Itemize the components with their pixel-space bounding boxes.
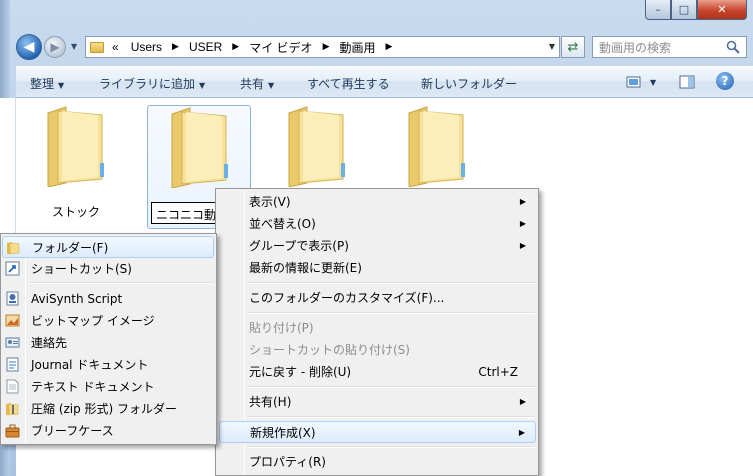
- menu-item-undo-delete[interactable]: 元に戻す - 削除(U) Ctrl+Z: [219, 361, 536, 383]
- breadcrumb-my-videos[interactable]: マイ ビデオ: [249, 39, 312, 56]
- submenu-item-new-folder[interactable]: フォルダー(F): [2, 236, 214, 258]
- breadcrumb-separator[interactable]: ▶: [386, 42, 393, 52]
- menu-item-view[interactable]: 表示(V) ▶: [219, 191, 536, 213]
- search-placeholder: 動画用の検索: [599, 40, 672, 55]
- help-button[interactable]: ?: [716, 72, 734, 90]
- address-bar[interactable]: « Users ▶ USER ▶ マイ ビデオ ▶ 動画用 ▶ ▼: [85, 36, 560, 58]
- preview-pane-icon[interactable]: [679, 75, 695, 89]
- breadcrumb-current[interactable]: 動画用: [339, 39, 375, 56]
- breadcrumb-users[interactable]: Users: [131, 40, 162, 54]
- organize-label: 整理: [30, 77, 55, 91]
- submenu-item-avisynth[interactable]: AviSynth Script: [2, 288, 214, 310]
- breadcrumb-separator[interactable]: ▶: [323, 42, 330, 52]
- refresh-icon: ⇄: [567, 39, 579, 55]
- folder-icon: [171, 107, 228, 188]
- search-icon: [726, 40, 740, 54]
- journal-icon: [6, 357, 19, 372]
- submenu-arrow-icon: ▶: [519, 197, 526, 206]
- submenu-item-bitmap[interactable]: ビットマップ イメージ: [2, 310, 214, 332]
- bitmap-icon: [5, 314, 20, 327]
- menu-separator: [247, 312, 535, 314]
- folder-icon: [408, 106, 465, 187]
- organize-button[interactable]: 整理 ▼: [30, 75, 64, 92]
- menu-separator: [29, 282, 214, 284]
- search-input[interactable]: 動画用の検索: [592, 36, 747, 58]
- submenu-arrow-icon: ▶: [519, 397, 526, 406]
- folder-icon: [47, 106, 104, 187]
- change-view-icon[interactable]: [626, 75, 642, 89]
- menu-item-customize-folder[interactable]: このフォルダーのカスタマイズ(F)...: [219, 287, 536, 309]
- menu-separator: [247, 446, 535, 448]
- text-document-icon: [6, 379, 19, 394]
- menu-separator: [247, 282, 535, 284]
- folder-label: ストック: [51, 205, 100, 219]
- new-submenu: フォルダー(F) ショートカット(S) AviSynth Script ビットマ…: [0, 233, 217, 445]
- menu-separator: [247, 386, 535, 388]
- folder-icon: [288, 106, 345, 187]
- menu-item-share[interactable]: 共有(H) ▶: [219, 391, 536, 413]
- chevron-down-icon: ▼: [58, 81, 65, 90]
- command-bar: 整理 ▼ ライブラリに追加 ▼ 共有 ▼ すべて再生する 新しいフォルダー ▼ ?: [16, 66, 753, 98]
- share-label: 共有: [240, 77, 265, 91]
- caption-buttons: – □ ✕: [645, 0, 751, 20]
- briefcase-icon: [5, 424, 20, 438]
- zip-folder-icon: [6, 403, 19, 416]
- submenu-item-journal[interactable]: Journal ドキュメント: [2, 354, 214, 376]
- avisynth-icon: [6, 291, 19, 306]
- folder-icon: [7, 242, 20, 255]
- breadcrumb-separator[interactable]: ▶: [232, 42, 239, 52]
- submenu-item-briefcase[interactable]: ブリーフケース: [2, 420, 214, 442]
- chevron-down-icon: ▼: [268, 81, 275, 90]
- folder-item[interactable]: ストック: [24, 105, 128, 229]
- add-to-library-button[interactable]: ライブラリに追加 ▼: [99, 75, 205, 92]
- maximize-button[interactable]: □: [671, 0, 697, 20]
- submenu-item-zip-folder[interactable]: 圧縮 (zip 形式) フォルダー: [2, 398, 214, 420]
- context-menu: 表示(V) ▶ 並べ替え(O) ▶ グループで表示(P) ▶ 最新の情報に更新(E) …: [215, 188, 539, 476]
- breadcrumb-separator[interactable]: ▶: [172, 42, 179, 52]
- forward-arrow-icon: ▶: [50, 40, 60, 54]
- submenu-arrow-icon: ▶: [519, 241, 526, 250]
- submenu-arrow-icon: ▶: [518, 428, 525, 437]
- shortcut-text: Ctrl+Z: [478, 365, 518, 379]
- submenu-item-contact[interactable]: 連絡先: [2, 332, 214, 354]
- address-history-dropdown[interactable]: ▼: [549, 42, 555, 51]
- menu-item-group-by[interactable]: グループで表示(P) ▶: [219, 235, 536, 257]
- refresh-button[interactable]: ⇄: [561, 36, 585, 58]
- menu-item-sort-by[interactable]: 並べ替え(O) ▶: [219, 213, 536, 235]
- share-button[interactable]: 共有 ▼: [240, 75, 274, 92]
- new-folder-button[interactable]: 新しいフォルダー: [421, 75, 517, 92]
- submenu-item-text-document[interactable]: テキスト ドキュメント: [2, 376, 214, 398]
- view-options-dropdown[interactable]: ▼: [650, 78, 656, 87]
- shortcut-icon: [5, 261, 20, 276]
- rename-field[interactable]: ニコニコ動画: [151, 202, 221, 224]
- folder-icon: [90, 41, 104, 53]
- play-all-button[interactable]: すべて再生する: [307, 75, 390, 92]
- submenu-arrow-icon: ▶: [519, 219, 526, 228]
- menu-separator: [247, 416, 535, 418]
- contact-icon: [5, 337, 20, 348]
- submenu-item-shortcut[interactable]: ショートカット(S): [2, 258, 214, 280]
- menu-item-new[interactable]: 新規作成(X) ▶: [219, 421, 536, 443]
- breadcrumb-user[interactable]: USER: [189, 40, 222, 54]
- navigation-pane-edge: [0, 98, 16, 233]
- chevron-down-icon: ▼: [199, 81, 206, 90]
- menu-item-paste-shortcut[interactable]: ショートカットの貼り付け(S): [219, 339, 536, 361]
- back-arrow-icon: ◀: [23, 39, 35, 55]
- menu-item-paste[interactable]: 貼り付け(P): [219, 317, 536, 339]
- menu-item-refresh[interactable]: 最新の情報に更新(E): [219, 257, 536, 279]
- close-button[interactable]: ✕: [697, 0, 747, 20]
- back-button[interactable]: ◀: [16, 34, 42, 60]
- forward-button[interactable]: ▶: [44, 36, 66, 58]
- recent-pages-dropdown[interactable]: ▼: [71, 42, 81, 52]
- menu-item-properties[interactable]: プロパティ(R): [219, 451, 536, 473]
- breadcrumb-overflow[interactable]: «: [112, 40, 119, 54]
- add-to-library-label: ライブラリに追加: [99, 77, 196, 91]
- minimize-button[interactable]: –: [645, 0, 671, 20]
